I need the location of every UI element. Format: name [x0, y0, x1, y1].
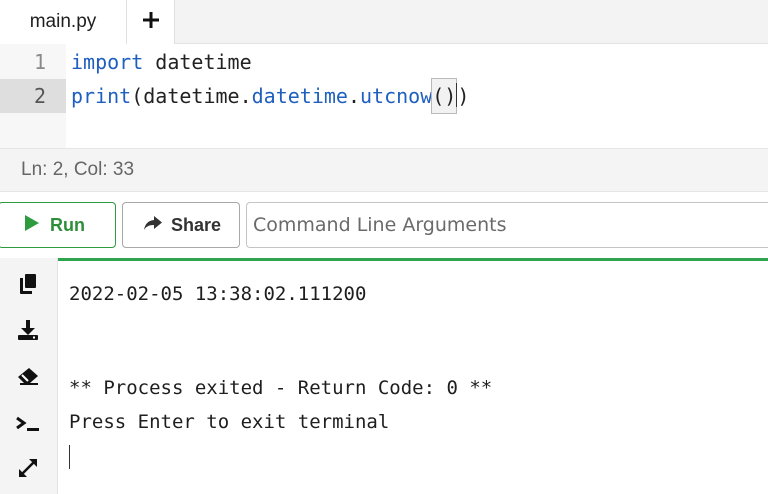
- line-number: 1: [33, 50, 46, 74]
- code-token: datetime: [143, 50, 252, 74]
- function-token: print: [71, 84, 132, 108]
- terminal-active-indicator: [58, 258, 768, 261]
- terminal-prompt-icon[interactable]: [16, 412, 40, 436]
- add-tab-button[interactable]: [127, 0, 175, 44]
- online-python-ide: main.py 1 import datetime 2 print(dateti…: [0, 0, 768, 494]
- terminal-output-line: 2022-02-05 13:38:02.111200: [69, 283, 367, 305]
- code-line-1[interactable]: 1 import datetime: [0, 45, 768, 79]
- tab-main-py[interactable]: main.py: [0, 0, 127, 44]
- play-icon: [25, 214, 39, 236]
- plus-icon: [142, 11, 160, 34]
- code-editor[interactable]: 1 import datetime 2 print(datetime.datet…: [0, 44, 768, 148]
- terminal-output-line: Press Enter to exit terminal: [69, 411, 390, 433]
- cursor-position-status: Ln: 2, Col: 33: [0, 148, 768, 192]
- line-number: 2: [0, 79, 66, 113]
- command-line-arguments-input[interactable]: [246, 202, 768, 248]
- share-button[interactable]: Share: [122, 202, 240, 248]
- tab-bar: main.py: [0, 0, 768, 44]
- copy-icon[interactable]: [16, 272, 40, 296]
- paren-token: ): [457, 84, 470, 108]
- paren-token: (: [131, 84, 144, 108]
- eraser-icon[interactable]: [16, 364, 40, 388]
- tab-label: main.py: [29, 11, 97, 32]
- code-line-2[interactable]: 2 print(datetime.datetime.utcnow()): [0, 78, 768, 114]
- expand-icon[interactable]: [16, 456, 40, 480]
- download-icon[interactable]: [16, 318, 40, 342]
- run-button-label: Run: [50, 214, 85, 235]
- share-button-label: Share: [171, 214, 222, 235]
- code-token: datetime.: [143, 84, 252, 108]
- matched-bracket-token: (): [431, 78, 458, 114]
- run-button[interactable]: Run: [0, 202, 116, 248]
- attribute-token: utcnow: [360, 84, 433, 108]
- terminal-output-line: ** Process exited - Return Code: 0 **: [69, 377, 493, 399]
- terminal-cursor: [69, 445, 70, 469]
- run-toolbar: Run Share: [0, 192, 768, 258]
- terminal-sidebar: [0, 258, 58, 494]
- terminal-panel[interactable]: 2022-02-05 13:38:02.111200 ** Process ex…: [0, 258, 768, 494]
- share-arrow-icon: [143, 215, 163, 236]
- keyword-token: import: [71, 50, 144, 74]
- attribute-token: datetime: [251, 84, 348, 108]
- code-text: import datetime: [71, 45, 252, 79]
- code-text: print(datetime.datetime.utcnow()): [71, 78, 470, 114]
- code-token: .: [347, 84, 361, 108]
